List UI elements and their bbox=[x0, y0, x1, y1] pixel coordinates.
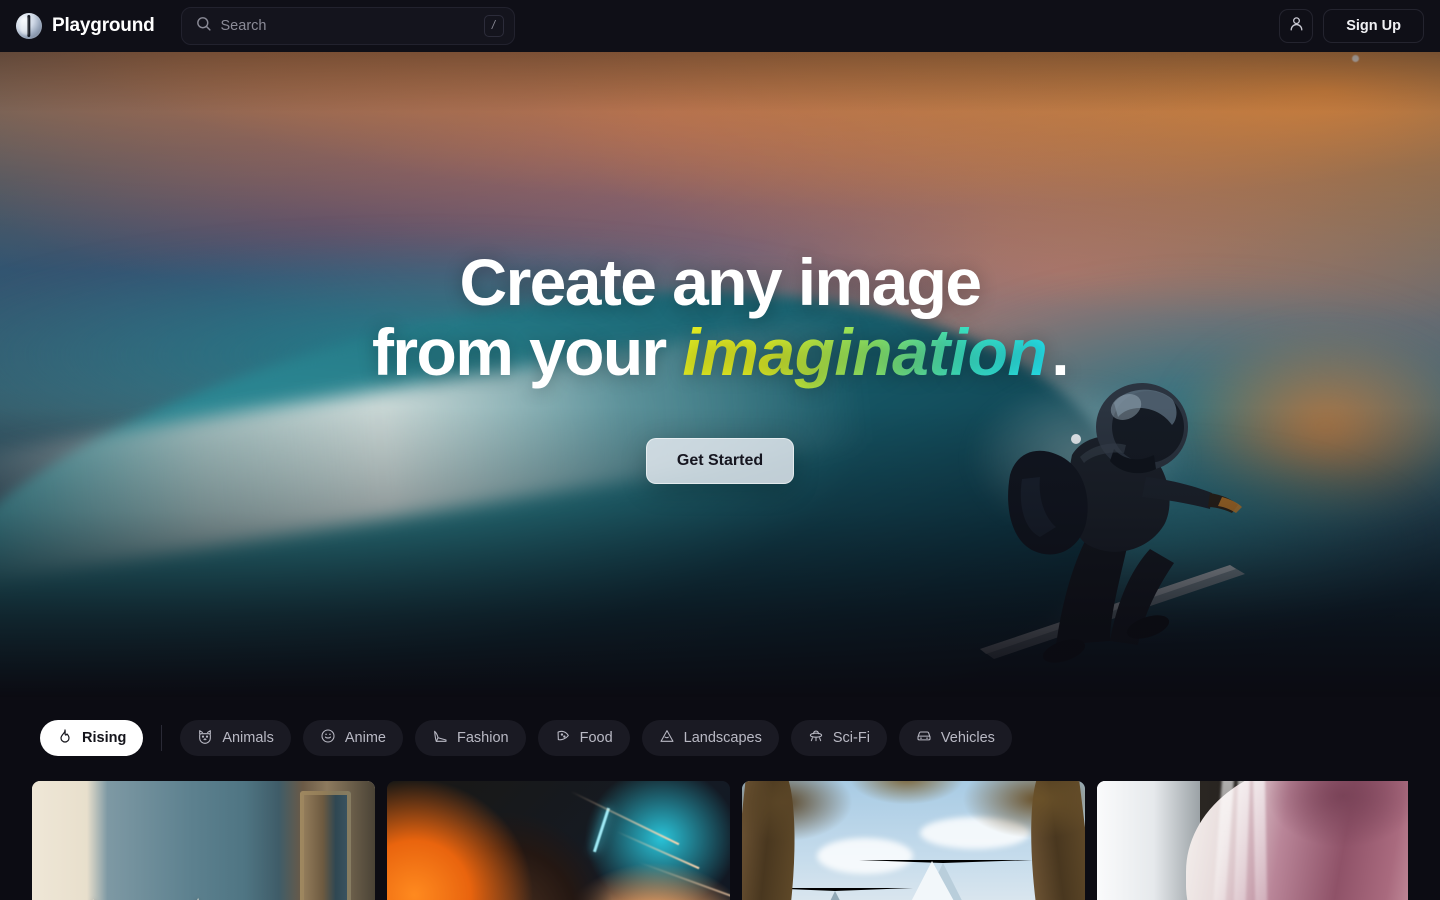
generated-image-portrait bbox=[1097, 781, 1408, 900]
flame-icon bbox=[57, 728, 73, 748]
filter-chip-label: Anime bbox=[344, 730, 386, 746]
filter-divider bbox=[161, 725, 163, 751]
user-icon bbox=[1288, 15, 1305, 37]
filter-chip-fashion[interactable]: Fashion bbox=[415, 720, 526, 756]
brand-logo[interactable]: Playground bbox=[16, 13, 155, 39]
generated-image-cat bbox=[32, 781, 375, 900]
hero-content: Create any image from your imagination. … bbox=[0, 52, 1440, 697]
filter-chip-label: Food bbox=[579, 730, 613, 746]
gallery-card[interactable] bbox=[387, 781, 730, 900]
pizza-icon bbox=[555, 728, 571, 748]
generated-image-landscape bbox=[742, 781, 1085, 900]
top-navigation-bar: Playground Search / Sign Up bbox=[0, 0, 1440, 52]
hero-section: Create any image from your imagination. … bbox=[0, 52, 1440, 697]
gallery-card[interactable] bbox=[742, 781, 1085, 900]
filter-chip-label: Vehicles bbox=[940, 730, 995, 746]
headline-line-1: Create any image bbox=[459, 245, 983, 319]
filter-chip-animals[interactable]: Animals bbox=[180, 720, 291, 756]
category-filter-bar: Rising Animals Anime Fashion Food Landsc… bbox=[0, 697, 1440, 779]
get-started-button[interactable]: Get Started bbox=[645, 437, 795, 484]
headline-line-2-prefix: from your bbox=[372, 314, 683, 389]
search-input[interactable]: Search / bbox=[180, 7, 515, 45]
header-actions: Sign Up bbox=[1279, 9, 1424, 43]
cat-face-icon bbox=[197, 728, 213, 748]
headline-period: . bbox=[1051, 314, 1069, 389]
search-placeholder: Search bbox=[220, 18, 267, 34]
mountain-icon bbox=[659, 728, 675, 748]
filter-chip-rising[interactable]: Rising bbox=[40, 720, 144, 756]
filter-chip-label: Fashion bbox=[457, 730, 509, 746]
search-icon bbox=[195, 15, 212, 37]
filter-chip-label: Rising bbox=[82, 730, 127, 746]
filter-chip-label: Landscapes bbox=[683, 730, 762, 746]
account-button[interactable] bbox=[1279, 9, 1314, 43]
filter-chip-anime[interactable]: Anime bbox=[302, 720, 403, 756]
page-title: Create any image from your imagination. bbox=[372, 245, 1070, 389]
filter-chip-label: Animals bbox=[222, 730, 274, 746]
brand-name: Playground bbox=[52, 15, 155, 36]
filter-chip-landscapes[interactable]: Landscapes bbox=[641, 720, 779, 756]
image-gallery-grid bbox=[32, 781, 1408, 900]
headline-accent-word: imagination bbox=[682, 315, 1051, 389]
filter-chip-vehicles[interactable]: Vehicles bbox=[898, 720, 1012, 756]
gallery-card[interactable] bbox=[1097, 781, 1408, 900]
gallery-card[interactable] bbox=[32, 781, 375, 900]
search-shortcut-badge: / bbox=[483, 15, 504, 37]
filter-chip-sci-fi[interactable]: Sci-Fi bbox=[790, 720, 887, 756]
generated-image-explosion bbox=[387, 781, 730, 900]
car-icon bbox=[916, 728, 932, 748]
signup-button[interactable]: Sign Up bbox=[1323, 9, 1424, 43]
high-heel-icon bbox=[432, 728, 448, 748]
filter-chip-label: Sci-Fi bbox=[832, 730, 870, 746]
filter-chip-food[interactable]: Food bbox=[537, 720, 630, 756]
smiley-icon bbox=[320, 728, 336, 748]
ufo-icon bbox=[808, 728, 824, 748]
playground-logo-icon bbox=[16, 13, 42, 39]
